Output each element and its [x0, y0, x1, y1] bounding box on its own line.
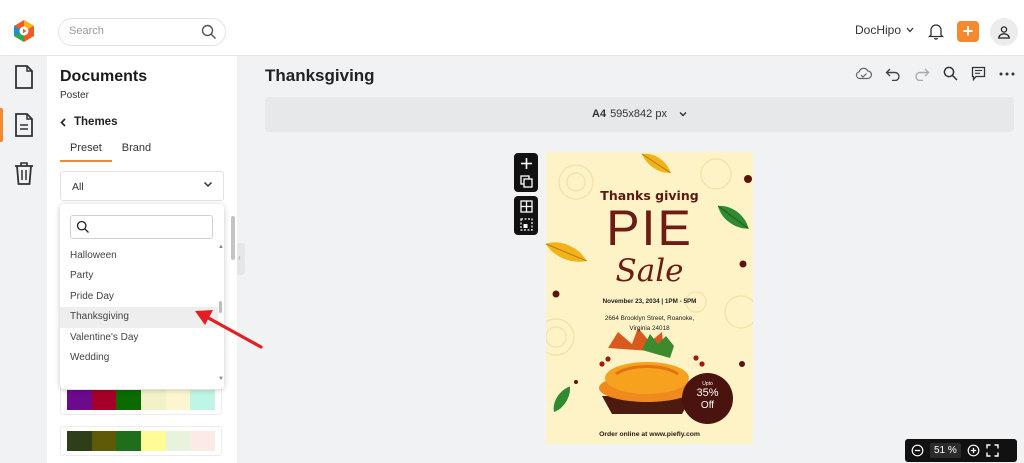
left-rail	[0, 56, 47, 463]
more-items-indicator	[72, 431, 76, 433]
poster-footer[interactable]: Order online at www.piefly.com	[546, 431, 753, 438]
account-label: DocHipo	[855, 23, 902, 37]
category-select-value: All	[72, 181, 84, 193]
scroll-down-icon[interactable]: ▼	[218, 376, 224, 382]
poster-address[interactable]: 2664 Brooklyn Street, Roanoke, Virginia …	[546, 314, 753, 334]
search-icon[interactable]	[201, 24, 217, 40]
panel-title: Documents	[60, 68, 148, 85]
grid-icon[interactable]	[519, 200, 533, 213]
poster-canvas[interactable]: Thanks giving PIE Sale November 23, 2034…	[546, 152, 753, 444]
zoom-unit: %	[947, 445, 957, 456]
category-option[interactable]: Halloween	[60, 246, 218, 266]
chevron-down-icon	[679, 111, 687, 116]
color-swatch	[67, 431, 92, 451]
duplicate-page-icon[interactable]	[519, 175, 533, 188]
back-label: Themes	[74, 116, 118, 128]
chevron-left-icon	[60, 117, 66, 127]
category-select[interactable]: All	[60, 171, 224, 201]
panel-subtitle: Poster	[60, 90, 89, 101]
collapse-panel-handle[interactable]: ‹	[237, 243, 245, 275]
back-to-themes[interactable]: Themes	[60, 116, 117, 128]
chevron-down-icon	[906, 27, 914, 33]
cloud-save-icon[interactable]	[855, 67, 872, 80]
chevron-left-icon: ‹	[238, 253, 241, 262]
poster-address-line: 2664 Brooklyn Street, Roanoke,	[604, 315, 695, 322]
color-swatch	[91, 431, 117, 451]
search-box[interactable]	[58, 18, 226, 46]
top-bar: DocHipo +	[0, 0, 1024, 56]
poster-heading-script[interactable]: Sale	[546, 253, 753, 289]
page-tools-group-2	[514, 196, 538, 235]
color-swatch	[91, 390, 117, 410]
user-avatar-button[interactable]	[990, 18, 1018, 46]
page-size-name: A4	[592, 108, 607, 120]
poster-date[interactable]: November 23, 2034 | 1PM - 5PM	[546, 298, 753, 305]
menu-search-input[interactable]	[93, 220, 208, 231]
page-tools	[514, 153, 538, 235]
zoom-value: 51	[934, 445, 946, 456]
poster-heading-large[interactable]: PIE	[546, 199, 753, 257]
color-swatch	[141, 390, 166, 410]
rail-item-templates[interactable]	[0, 104, 47, 146]
page-tools-group-1	[514, 153, 538, 192]
undo-icon[interactable]	[885, 67, 901, 81]
redo-icon[interactable]	[914, 67, 930, 81]
app-logo[interactable]	[12, 19, 36, 43]
select-area-icon[interactable]	[519, 218, 533, 231]
search-input[interactable]	[69, 25, 199, 37]
panel-scrollbar[interactable]	[231, 216, 235, 260]
page-size-dims: 595x842 px	[610, 108, 667, 120]
color-swatch	[165, 431, 191, 451]
zoom-search-icon[interactable]	[943, 66, 958, 81]
zoom-level[interactable]: 51 %	[930, 443, 961, 458]
color-swatch	[116, 390, 142, 410]
palette-card-2[interactable]	[60, 426, 222, 456]
category-option[interactable]: Wedding	[60, 348, 218, 368]
badge-percent: 35%	[696, 387, 719, 399]
tab-preset[interactable]: Preset	[60, 140, 112, 162]
chevron-down-icon	[203, 181, 213, 188]
tab-brand[interactable]: Brand	[112, 140, 161, 162]
scroll-up-icon[interactable]: ▲	[218, 244, 224, 250]
create-button[interactable]: +	[957, 21, 979, 42]
trash-icon	[14, 162, 33, 185]
page-size-bar[interactable]: A4 595x842 px	[265, 97, 1014, 132]
fullscreen-icon[interactable]	[986, 444, 999, 457]
template-icon	[14, 113, 33, 137]
themes-panel: Documents Poster Themes Preset Brand All	[47, 56, 237, 463]
color-swatch	[190, 431, 216, 451]
account-menu[interactable]: DocHipo	[855, 23, 914, 37]
category-dropdown-menu: Halloween Party Pride Day Thanksgiving V…	[60, 204, 224, 433]
color-swatch	[165, 390, 191, 410]
document-title[interactable]: Thanksgiving	[265, 66, 375, 86]
zoom-in-icon[interactable]	[967, 444, 980, 457]
poster-address-line: Virginia 24018	[629, 325, 670, 332]
category-option[interactable]: Party	[60, 266, 218, 286]
add-page-icon[interactable]	[520, 157, 533, 170]
color-swatch	[190, 390, 216, 410]
comment-icon[interactable]	[971, 66, 986, 81]
annotation-arrow-icon	[195, 310, 263, 349]
editor-toolbar	[855, 66, 1015, 81]
menu-scrollbar[interactable]: ▲ ▼	[218, 216, 224, 382]
badge-off: Off	[700, 400, 715, 411]
color-swatch	[141, 431, 166, 451]
theme-tabs: Preset Brand	[60, 140, 161, 162]
user-icon	[998, 26, 1010, 39]
color-swatch	[67, 390, 92, 410]
rail-item-documents[interactable]	[0, 56, 47, 98]
more-options-icon[interactable]	[999, 72, 1015, 76]
search-icon	[76, 220, 89, 233]
rail-item-trash[interactable]	[0, 152, 47, 194]
color-swatch	[116, 431, 142, 451]
palette-card-1[interactable]	[60, 385, 222, 415]
zoom-out-icon[interactable]	[911, 444, 924, 457]
zoom-control: 51 %	[905, 439, 1017, 462]
discount-badge[interactable]: Upto 35% Off	[682, 373, 733, 424]
menu-search-box[interactable]	[70, 215, 213, 239]
document-icon	[14, 65, 33, 89]
bell-icon[interactable]	[928, 22, 944, 40]
